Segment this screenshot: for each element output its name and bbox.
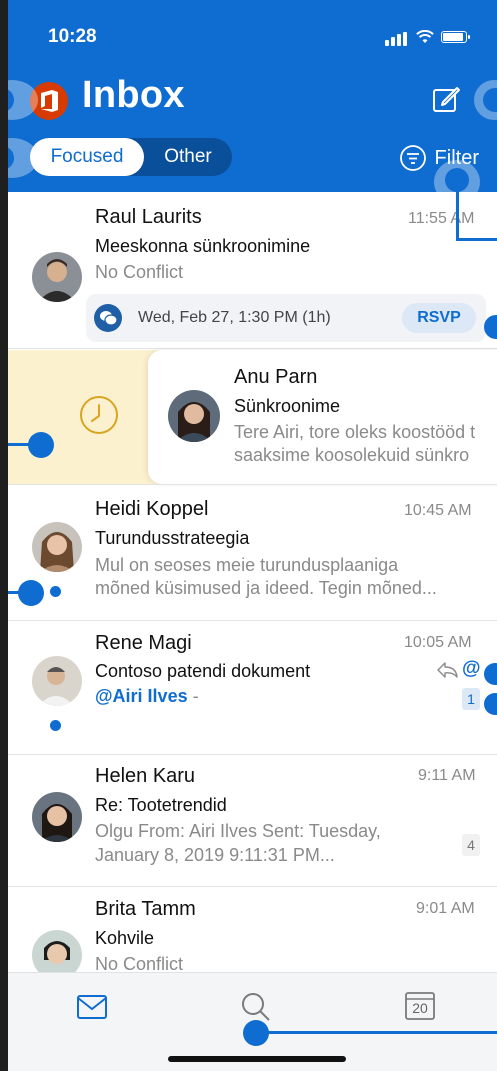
mention-name: @Airi Ilves	[95, 686, 188, 706]
outlook-mobile-screen: 10:28 Inbox Focused Other Filter Raul La…	[0, 0, 497, 1071]
sender-name: Rene Magi	[95, 632, 192, 654]
clock-icon[interactable]	[78, 394, 120, 436]
mention-preview: @Airi Ilves -	[95, 686, 199, 707]
signal-icon	[385, 28, 409, 46]
divider	[0, 754, 497, 755]
event-bar[interactable]: Wed, Feb 27, 1:30 PM (1h) RSVP	[86, 294, 486, 342]
unread-indicator	[50, 720, 61, 731]
reply-icon	[437, 662, 458, 678]
message-preview-line-2: January 8, 2019 9:11:31 PM...	[95, 845, 335, 865]
avatar	[32, 656, 82, 706]
message-preview-line-1: Mul on seoses meie turundusplaaniga	[95, 555, 399, 575]
mention-icon: @	[462, 658, 481, 679]
message-subject: Re: Tootetrendid	[95, 795, 227, 815]
callout-dot-swipe	[28, 432, 54, 458]
event-time-text: Wed, Feb 27, 1:30 PM (1h)	[138, 309, 331, 326]
search-icon[interactable]	[240, 991, 272, 1023]
message-time: 10:05 AM	[404, 634, 472, 651]
compose-icon[interactable]	[431, 84, 461, 114]
divider	[0, 484, 497, 485]
tab-focused[interactable]: Focused	[30, 138, 144, 176]
message-time: 9:01 AM	[416, 900, 475, 917]
message-time: 9:11 AM	[418, 767, 476, 784]
callout-dot-search	[243, 1020, 269, 1046]
inbox-tab-switcher: Focused Other	[30, 138, 232, 176]
tab-other[interactable]: Other	[144, 138, 232, 176]
message-subject: Kohvile	[95, 928, 155, 948]
sender-name: Anu Parn	[234, 366, 318, 388]
message-subject: Sünkroonime	[234, 396, 341, 416]
avatar	[32, 252, 82, 302]
sender-name: Helen Karu	[95, 765, 196, 787]
page-title: Inbox	[82, 74, 185, 116]
callout-line	[456, 238, 497, 241]
divider	[0, 886, 497, 887]
mention-suffix: -	[192, 686, 199, 706]
device-frame-left	[0, 0, 8, 1071]
sender-name: Brita Tamm	[95, 898, 196, 920]
avatar	[32, 522, 82, 572]
message-preview: No Conflict	[95, 262, 184, 282]
mail-icon[interactable]	[77, 995, 107, 1019]
rsvp-button[interactable]: RSVP	[402, 303, 476, 333]
message-subject: Meeskonna sünkroonimine	[95, 236, 311, 256]
sender-name: Raul Laurits	[95, 206, 202, 228]
calendar-icon[interactable]: 20	[405, 991, 435, 1021]
message-time: 11:55 AM	[408, 210, 475, 227]
callout-dot-mention	[484, 663, 497, 685]
app-header: 10:28 Inbox Focused Other Filter	[0, 0, 497, 192]
message-row-anu-parn[interactable]: Anu Parn Sünkroonime Tere Airi, tore ole…	[148, 350, 497, 484]
status-time: 10:28	[48, 26, 97, 47]
avatar	[32, 792, 82, 842]
divider	[0, 620, 497, 621]
sender-name: Heidi Koppel	[95, 498, 209, 520]
battery-icon	[441, 31, 470, 43]
message-preview-line-2: saaksime koosolekuid sünkro	[234, 445, 470, 465]
filter-icon	[399, 145, 426, 171]
home-indicator	[168, 1056, 346, 1062]
message-subject: Turundusstrateegia	[95, 528, 250, 548]
callout-dot-filter	[445, 168, 469, 192]
status-icons	[385, 28, 470, 46]
callout-dot-rsvp	[484, 315, 497, 339]
calendar-day: 20	[412, 1000, 428, 1016]
message-preview-line-2: mõned küsimused ja ideed. Tegin mõned...	[95, 578, 437, 598]
callout-line	[262, 1031, 497, 1034]
chat-icon	[94, 304, 122, 332]
message-preview-line-1: Tere Airi, tore oleks koostööd t	[234, 422, 476, 442]
thread-count-badge: 4	[462, 834, 480, 856]
callout-dot-unread	[18, 580, 44, 606]
divider	[0, 348, 497, 349]
message-time: 10:45 AM	[404, 502, 472, 519]
avatar	[168, 390, 220, 442]
message-preview-line-1: Olgu From: Airi Ilves Sent: Tuesday,	[95, 821, 381, 841]
message-subject: Contoso patendi dokument	[95, 661, 311, 681]
thread-count-badge: 1	[462, 688, 480, 710]
unread-indicator	[50, 586, 61, 597]
wifi-icon	[416, 30, 434, 43]
callout-dot-count	[484, 693, 497, 715]
